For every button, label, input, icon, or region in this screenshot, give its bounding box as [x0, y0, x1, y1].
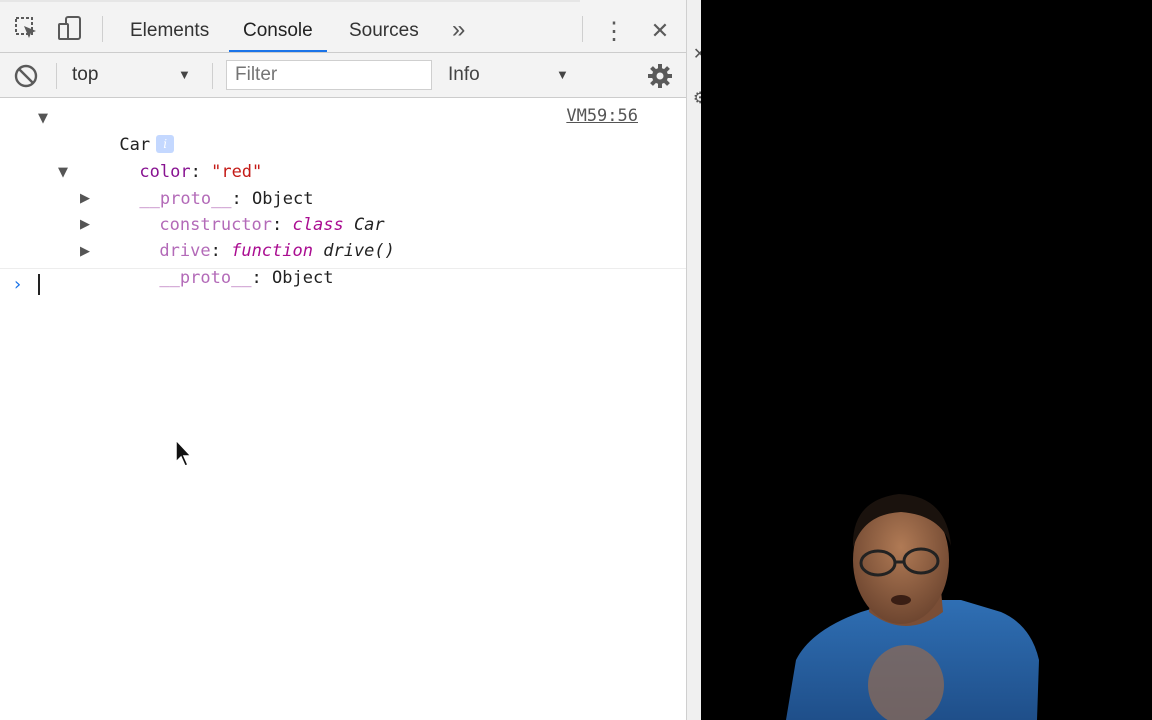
context-selector[interactable]: top ▼ [60, 53, 210, 97]
message-divider [0, 268, 686, 269]
panel-splitter[interactable]: ✕ ⚙ [686, 0, 707, 720]
toolbar-divider [56, 63, 57, 89]
property-row-inner-proto[interactable]: __proto__: Object [98, 239, 333, 288]
property-key: __proto__ [159, 268, 252, 288]
collapse-triangle-icon[interactable]: ▶ [80, 186, 90, 212]
log-level-value: Info [448, 64, 480, 85]
property-row-color: color: "red" [139, 162, 263, 182]
context-value: top [72, 64, 99, 85]
property-row-drive[interactable]: drive: function drive() [98, 212, 394, 261]
expand-triangle-icon[interactable]: ▼ [58, 160, 68, 186]
device-toolbar-icon[interactable] [56, 14, 84, 42]
devtools-panel: Elements Console Sources » ⋮ ✕ top ▼ Inf… [0, 0, 686, 720]
tab-bar-divider [102, 16, 103, 42]
object-header[interactable]: Car i [58, 106, 175, 155]
more-options-icon[interactable]: ⋮ [600, 14, 628, 48]
text-cursor[interactable] [38, 274, 40, 295]
mouse-pointer-icon [174, 438, 194, 473]
toolbar-divider-2 [212, 63, 213, 89]
console-toolbar: top ▼ Info ▼ [0, 53, 686, 98]
property-row-proto[interactable]: __proto__: Object [78, 160, 313, 209]
more-tabs-icon[interactable]: » [438, 0, 479, 52]
tab-bar-divider-right [582, 16, 583, 42]
prompt-chevron-icon: › [14, 274, 22, 295]
collapse-triangle-icon[interactable]: ▶ [80, 212, 90, 238]
webcam-video [701, 0, 1152, 720]
property-value: drive() [323, 241, 395, 261]
console-output: VM59:56 ▼ Car i color: "red" ▼ __proto__:… [0, 98, 686, 720]
chevron-down-icon: ▼ [556, 67, 569, 82]
tab-console[interactable]: Console [229, 0, 327, 52]
chevron-down-icon: ▼ [178, 67, 191, 82]
expand-triangle-icon[interactable]: ▼ [38, 106, 48, 132]
filter-input[interactable] [226, 60, 432, 90]
log-level-selector[interactable]: Info ▼ [436, 53, 580, 97]
collapse-triangle-icon[interactable]: ▶ [80, 239, 90, 265]
tab-sources[interactable]: Sources [335, 0, 433, 52]
tab-elements[interactable]: Elements [116, 0, 223, 52]
presenter-image [786, 494, 1039, 720]
inspect-element-icon[interactable] [12, 14, 40, 42]
clear-console-icon[interactable] [12, 62, 40, 90]
settings-gear-icon[interactable] [646, 62, 674, 90]
close-icon[interactable]: ✕ [644, 14, 676, 48]
source-link[interactable]: VM59:56 [566, 106, 638, 126]
property-value: Object [272, 268, 334, 288]
devtools-tab-bar: Elements Console Sources » ⋮ ✕ [0, 0, 686, 53]
property-row-constructor[interactable]: constructor: class Car [98, 186, 384, 235]
